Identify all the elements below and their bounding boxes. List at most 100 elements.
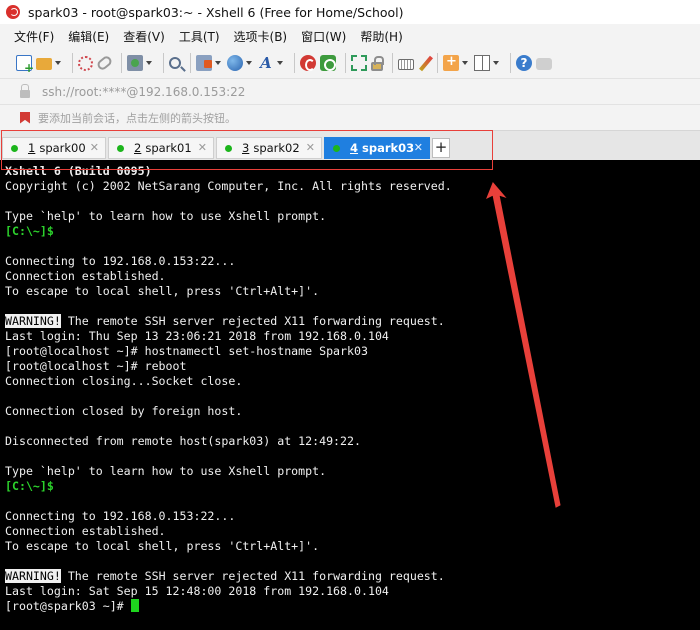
toolbar-separator [437,53,438,73]
terminal-text: [C:\~]$ [5,224,54,238]
terminal-line: Xshell 6 (Build 0095) [5,164,452,179]
terminal-line: To escape to local shell, press 'Ctrl+Al… [5,284,452,299]
terminal-line: Disconnected from remote host(spark03) a… [5,434,452,449]
terminal-line: Connecting to 192.168.0.153:22... [5,509,452,524]
add-tab-button[interactable]: + [432,138,450,158]
new-session-button[interactable] [16,53,34,74]
xshell-logo-icon [6,5,20,19]
disconnect-button[interactable] [95,53,114,73]
terminal-output[interactable]: Xshell 6 (Build 0095) Copyright (c) 2002 … [0,160,700,630]
terminal-line: [C:\~]$ [5,479,452,494]
terminal-text: The remote SSH server rejected X11 forwa… [60,569,445,583]
xmanager-button[interactable] [320,53,336,73]
terminal-text: To escape to local shell, press 'Ctrl+Al… [5,284,320,298]
font-button[interactable]: A [258,53,285,73]
xftp-button[interactable] [300,53,316,73]
menu-view[interactable]: 查看(V) [123,28,165,45]
tab-spark00[interactable]: 1 spark00 ✕ [2,137,106,159]
title-bar: spark03 - root@spark03:~ - Xshell 6 (Fre… [0,0,700,24]
terminal-line: [root@localhost ~]# hostnamectl set-host… [5,344,452,359]
session-tab-bar: 1 spark00 ✕ 2 spark01 ✕ 3 spark02 ✕ 4 sp… [0,130,700,160]
tab-number: 3 [242,141,250,155]
terminal-lines: Xshell 6 (Build 0095) Copyright (c) 2002 … [5,164,452,614]
status-dot-icon [225,144,232,152]
close-icon[interactable]: ✕ [90,141,99,154]
toolbar-separator [163,53,164,73]
tab-spark01[interactable]: 2 spark01 ✕ [108,137,214,159]
terminal-text: Connection established. [5,269,166,283]
layout-button[interactable] [474,53,501,73]
menu-window[interactable]: 窗口(W) [301,28,346,45]
menu-tabs[interactable]: 选项卡(B) [234,28,288,45]
close-icon[interactable]: ✕ [306,141,315,154]
terminal-text: To escape to local shell, press 'Ctrl+Al… [5,539,320,553]
toolbar-separator [294,53,295,73]
fullscreen-button[interactable] [351,53,367,73]
terminal-text: Type `help' to learn how to use Xshell p… [5,209,327,223]
tab-label: spark03 [362,141,415,155]
toolbar-separator [392,53,393,73]
terminal-line: [root@localhost ~]# reboot [5,359,452,374]
transfer-button[interactable] [196,53,223,73]
terminal-line: Connection closed by foreign host. [5,404,452,419]
find-button[interactable] [169,53,181,73]
new-tab-button[interactable] [443,53,470,73]
menu-file[interactable]: 文件(F) [14,28,54,45]
properties-icon [127,55,143,71]
xftp-icon [300,55,316,71]
lock-button[interactable] [371,53,384,73]
terminal-text: Connection established. [5,524,166,538]
highlight-pen-icon [419,55,433,71]
menu-tools[interactable]: 工具(T) [179,28,220,45]
transfer-icon [196,55,212,71]
bookmark-icon[interactable] [20,111,30,124]
chevron-down-icon [55,61,61,65]
chevron-down-icon [246,61,252,65]
new-tab-icon [443,54,459,71]
keyboard-button[interactable] [398,53,414,73]
address-field[interactable]: ssh://root:****@192.168.0.153:22 [42,85,245,99]
close-icon[interactable]: ✕ [414,141,423,154]
close-icon[interactable]: ✕ [198,141,207,154]
toolbar-separator [345,53,346,73]
menu-help[interactable]: 帮助(H) [360,28,402,45]
terminal-line: Copyright (c) 2002 NetSarang Computer, I… [5,179,452,194]
tab-spark03[interactable]: 4 spark03 ✕ [324,137,430,159]
fullscreen-icon [351,55,367,71]
terminal-text: Disconnected from remote host(spark03) a… [5,434,361,448]
terminal-line: WARNING! The remote SSH server rejected … [5,314,452,329]
highlight-button[interactable] [418,53,433,73]
tab-label: spark00 [39,141,86,155]
status-dot-icon [117,144,124,152]
properties-button[interactable] [127,53,154,73]
status-dot-icon [333,144,340,152]
encoding-button[interactable] [227,53,254,73]
tab-number: 4 [350,141,359,155]
reconnect-button[interactable] [78,53,93,73]
tab-label: spark02 [253,141,300,155]
new-session-icon [16,55,34,74]
chat-button[interactable] [536,53,552,73]
chevron-down-icon [462,61,468,65]
tab-spark02[interactable]: 3 spark02 ✕ [216,137,322,159]
warning-label: WARNING! [5,314,61,328]
xmanager-icon [320,55,336,71]
terminal-line: WARNING! The remote SSH server rejected … [5,569,452,584]
find-icon [169,57,181,69]
help-button[interactable]: ? [516,53,532,73]
chevron-down-icon [146,61,152,65]
menu-edit[interactable]: 编辑(E) [68,28,109,45]
terminal-line: Type `help' to learn how to use Xshell p… [5,464,452,479]
toolbar-separator [72,53,73,73]
window-title: spark03 - root@spark03:~ - Xshell 6 (Fre… [28,4,404,20]
open-button[interactable] [36,53,63,73]
address-bar[interactable]: ssh://root:****@192.168.0.153:22 [0,78,700,104]
terminal-text: Copyright (c) 2002 NetSarang Computer, I… [5,179,452,193]
terminal-line: Last login: Thu Sep 13 23:06:21 2018 fro… [5,329,452,344]
terminal-text: The remote SSH server rejected X11 forwa… [60,314,445,328]
